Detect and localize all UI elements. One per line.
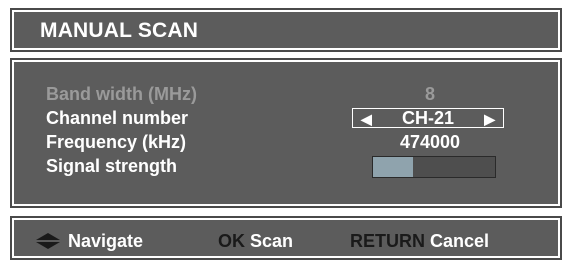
channel-number-row[interactable]: Channel number ◀ CH-21 ▶ bbox=[14, 108, 558, 130]
scan-settings-panel: Band width (MHz) 8 Channel number ◀ CH-2… bbox=[10, 58, 562, 208]
band-width-value: 8 bbox=[424, 84, 435, 104]
channel-number-label: Channel number bbox=[46, 108, 189, 128]
band-width-row: Band width (MHz) 8 bbox=[14, 84, 558, 106]
band-width-label: Band width (MHz) bbox=[46, 84, 197, 104]
title-bar: MANUAL SCAN bbox=[10, 8, 562, 52]
channel-number-value: CH-21 bbox=[401, 108, 454, 128]
ok-action-label: Scan bbox=[250, 231, 294, 251]
signal-strength-bar bbox=[372, 156, 496, 178]
arrow-right-icon[interactable]: ▶ bbox=[484, 111, 495, 127]
ok-scan-hint[interactable]: OK Scan bbox=[218, 231, 293, 252]
return-key-label: RETURN bbox=[350, 231, 425, 251]
navigate-hint: Navigate bbox=[36, 231, 143, 252]
return-cancel-hint[interactable]: RETURN Cancel bbox=[350, 231, 489, 252]
channel-number-selector[interactable]: ◀ CH-21 ▶ bbox=[352, 108, 504, 128]
up-down-arrows-icon bbox=[36, 233, 60, 249]
navigate-label: Navigate bbox=[68, 231, 144, 251]
footer-bar: Navigate OK Scan RETURN Cancel bbox=[10, 216, 562, 260]
signal-strength-row: Signal strength bbox=[14, 156, 558, 178]
page-title: MANUAL SCAN bbox=[40, 19, 199, 42]
frequency-value: 474000 bbox=[399, 132, 461, 152]
signal-strength-fill bbox=[373, 157, 414, 177]
ok-key-label: OK bbox=[218, 231, 245, 251]
frequency-label: Frequency (kHz) bbox=[46, 132, 187, 152]
frequency-row: Frequency (kHz) 474000 bbox=[14, 132, 558, 154]
signal-strength-label: Signal strength bbox=[46, 156, 178, 176]
arrow-left-icon[interactable]: ◀ bbox=[361, 111, 372, 127]
return-action-label: Cancel bbox=[430, 231, 490, 251]
